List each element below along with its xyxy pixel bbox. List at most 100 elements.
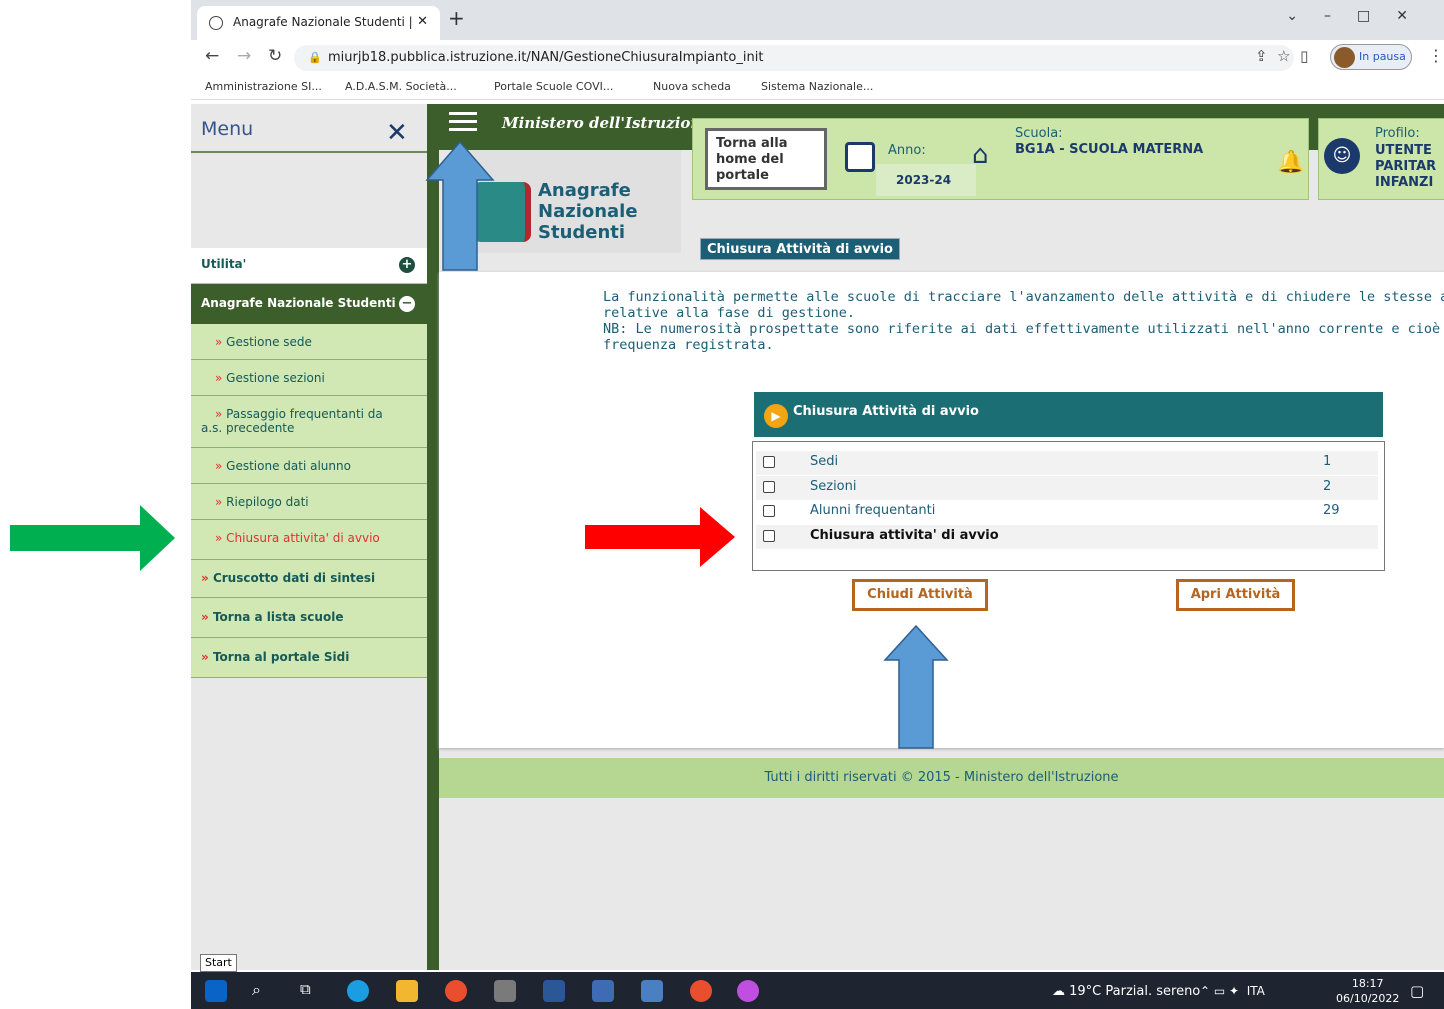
sidebar-item-gestione-sezioni[interactable]: » Gestione sezioni xyxy=(191,360,427,396)
intro-line: NB: Le numerosità prospettate sono rifer… xyxy=(603,321,1444,337)
sidebar-item-label: Gestione dati alunno xyxy=(226,459,351,473)
clock-time: 18:17 xyxy=(1351,977,1384,990)
sidebar-item-gestione-dati-alunno[interactable]: » Gestione dati alunno xyxy=(191,448,427,484)
minus-icon: − xyxy=(399,296,415,312)
row-label[interactable]: Sedi xyxy=(810,454,838,469)
close-activity-button[interactable]: Chiudi Attività xyxy=(852,579,988,611)
checkbox[interactable] xyxy=(763,530,775,542)
checkbox[interactable] xyxy=(763,456,775,468)
sidebar-item-label: Anagrafe Nazionale Studenti xyxy=(201,296,396,310)
url-input[interactable]: 🔒 miurjb18.pubblica.istruzione.it/NAN/Ge… xyxy=(294,45,1294,71)
globe-icon xyxy=(209,16,223,30)
app-icon[interactable] xyxy=(592,980,614,1002)
sidebar-item-lista-scuole[interactable]: » Torna a lista scuole xyxy=(191,598,427,638)
window-controls[interactable]: ⌄–□✕ xyxy=(1286,8,1434,24)
anno-value: 2023-24 xyxy=(876,164,976,196)
weather[interactable]: ☁ 19°C Parzial. sereno xyxy=(1052,984,1200,999)
checkbox[interactable] xyxy=(763,505,775,517)
sidebar-item-anagrafe[interactable]: Anagrafe Nazionale Studenti − xyxy=(191,284,427,324)
forward-icon[interactable]: → xyxy=(237,46,251,66)
photos-icon[interactable] xyxy=(641,980,663,1002)
close-tab-icon[interactable]: ✕ xyxy=(417,14,428,29)
clock[interactable]: 18:17 06/10/2022 xyxy=(1336,976,1399,1006)
menu-title: Menu xyxy=(201,118,254,140)
profile-label: In pausa xyxy=(1359,50,1406,63)
sidebar-item-label: Torna al portale Sidi xyxy=(212,650,350,664)
checkbox[interactable] xyxy=(763,481,775,493)
ministry-title: Ministero dell'Istruzione xyxy=(502,114,711,132)
back-icon[interactable]: ← xyxy=(205,46,219,66)
sidebar-item-chiusura[interactable]: » Chiusura attivita' di avvio xyxy=(191,520,427,560)
sidebar-item-label: Gestione sede xyxy=(226,335,312,349)
row-value: 2 xyxy=(1323,479,1332,494)
hamburger-icon[interactable] xyxy=(449,112,477,132)
language-indicator: ITA xyxy=(1246,984,1265,998)
scuola-label: Scuola: xyxy=(1015,126,1063,141)
page-title: Chiusura Attività di avvio xyxy=(700,238,900,260)
app-name: Anagrafe Nazionale Studenti xyxy=(538,180,638,243)
url-text: miurjb18.pubblica.istruzione.it/NAN/Gest… xyxy=(328,50,764,65)
table-header: ▶ Chiusura Attività di avvio xyxy=(754,392,1383,437)
bookmark-item[interactable]: A.D.A.S.M. Società... xyxy=(345,80,457,93)
footer: Tutti i diritti riservati © 2015 - Minis… xyxy=(439,758,1444,798)
blue-arrow-annotation xyxy=(883,624,949,749)
reload-icon[interactable]: ↻ xyxy=(268,46,282,66)
row-label: Chiusura attivita' di avvio xyxy=(810,528,999,543)
bookmark-item[interactable]: Nuova scheda xyxy=(653,80,731,93)
row-value: 1 xyxy=(1323,454,1332,469)
windows-start-icon[interactable] xyxy=(205,980,227,1002)
school-icon: ⌂ xyxy=(972,140,989,170)
search-icon[interactable]: ⌕ xyxy=(252,980,261,1000)
new-tab-button[interactable]: + xyxy=(448,6,465,30)
home-portal-button[interactable]: Torna alla home del portale xyxy=(705,128,827,190)
red-arrow-annotation xyxy=(585,507,735,567)
sidebar-item-label: Gestione sezioni xyxy=(226,371,325,385)
user-profile-icon: ☺ xyxy=(1324,138,1360,174)
chrome-icon[interactable] xyxy=(690,980,712,1002)
chrome-icon[interactable] xyxy=(445,980,467,1002)
sidebar-item-label: Riepilogo dati xyxy=(226,495,309,509)
blue-arrow-annotation xyxy=(425,140,495,271)
app-icon[interactable] xyxy=(737,980,759,1002)
sidebar-item-cruscotto[interactable]: » Cruscotto dati di sintesi xyxy=(191,560,427,598)
sidebar-item-label: Passaggio frequentanti da a.s. precedent… xyxy=(201,407,383,435)
word-icon[interactable] xyxy=(543,980,565,1002)
sidebar-item-gestione-sede[interactable]: » Gestione sede xyxy=(191,324,427,360)
edge-icon[interactable] xyxy=(347,980,369,1002)
task-view-icon[interactable]: ⧉ xyxy=(300,980,311,998)
bookmark-item[interactable]: Sistema Nazionale... xyxy=(761,80,873,93)
plus-icon: + xyxy=(399,257,415,273)
sidebar-item-passaggio[interactable]: » Passaggio frequentanti da a.s. precede… xyxy=(191,396,427,448)
table-row: Sezioni 2 xyxy=(756,476,1378,500)
bell-icon[interactable]: 🔔 xyxy=(1277,150,1304,175)
table-row: Sedi 1 xyxy=(756,451,1378,475)
bookmark-item[interactable]: Portale Scuole COVI... xyxy=(494,80,613,93)
intro-line: La funzionalità permette alle scuole di … xyxy=(603,289,1444,305)
row-label[interactable]: Alunni frequentanti xyxy=(810,503,935,518)
table-title: Chiusura Attività di avvio xyxy=(793,404,979,419)
system-tray[interactable]: ⌃ ▭ ✦ ITA xyxy=(1200,984,1265,998)
browser-menu-icon[interactable]: ⋮ xyxy=(1428,46,1444,65)
sidebar-item-riepilogo[interactable]: » Riepilogo dati xyxy=(191,484,427,520)
tab-title: Anagrafe Nazionale Studenti | xyxy=(233,15,413,29)
lock-icon: 🔒 xyxy=(308,51,322,64)
start-tooltip: Start xyxy=(200,954,237,972)
share-star-icons[interactable]: ⇪ ☆ ▯ xyxy=(1255,47,1308,65)
profile-button[interactable]: In pausa xyxy=(1330,44,1412,70)
close-icon[interactable]: ✕ xyxy=(386,118,408,148)
bookmark-item[interactable]: Amministrazione SI... xyxy=(205,80,322,93)
file-explorer-icon[interactable] xyxy=(396,980,418,1002)
avatar xyxy=(1334,47,1355,68)
table-row: Chiusura attivita' di avvio xyxy=(756,525,1378,549)
open-activity-button[interactable]: Apri Attività xyxy=(1176,579,1295,611)
sidebar-item-portale-sidi[interactable]: » Torna al portale Sidi xyxy=(191,638,427,678)
sidebar-item-utilita[interactable]: Utilita' + xyxy=(191,248,427,284)
anno-label: Anno: xyxy=(888,143,926,158)
table-row: Alunni frequentanti 29 xyxy=(756,500,1378,524)
notification-icon[interactable]: ▢ xyxy=(1410,982,1424,1000)
row-label[interactable]: Sezioni xyxy=(810,479,857,494)
app-icon[interactable] xyxy=(494,980,516,1002)
intro-line: frequenza registrata. xyxy=(603,337,774,353)
browser-tab[interactable]: Anagrafe Nazionale Studenti | ✕ xyxy=(197,6,440,40)
green-arrow-annotation xyxy=(10,505,175,571)
